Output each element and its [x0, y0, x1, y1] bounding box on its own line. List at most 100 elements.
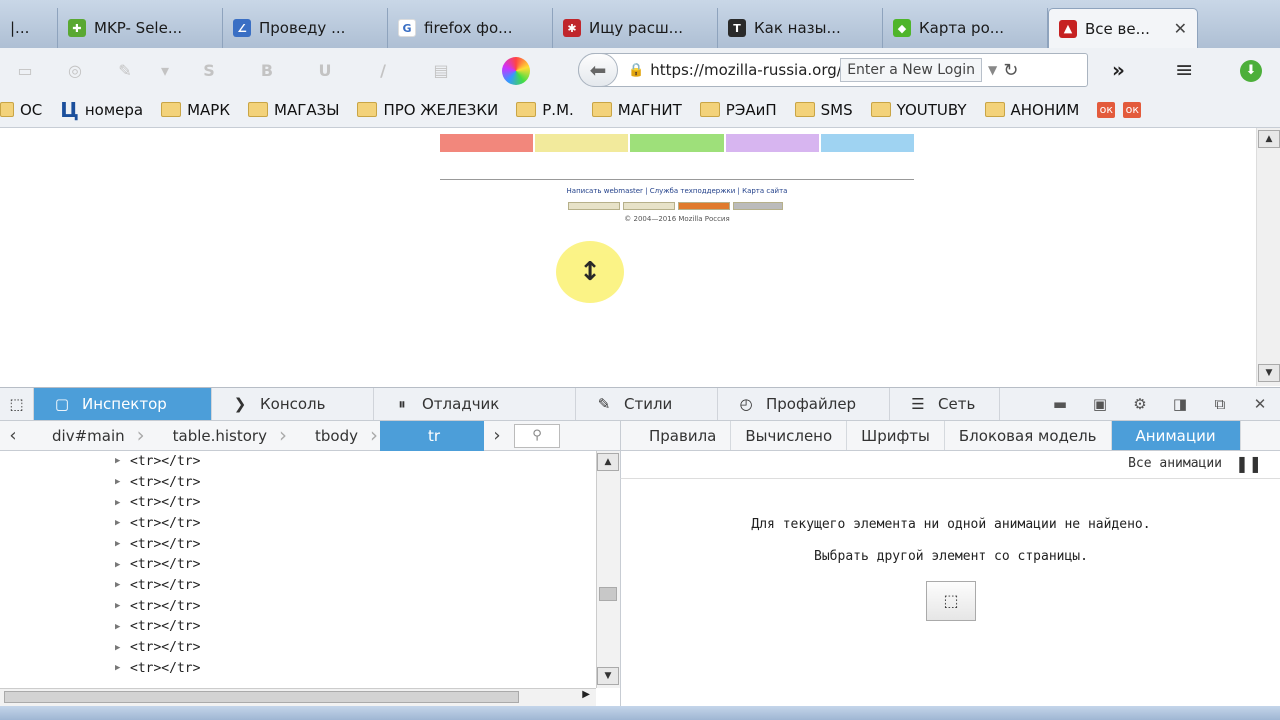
badge[interactable]: [678, 202, 730, 210]
bookmark-extra-icon[interactable]: ок: [1123, 101, 1142, 118]
browser-tab[interactable]: ∠ Проведу ...: [223, 8, 388, 48]
expand-triangle-icon[interactable]: ▶: [115, 663, 130, 673]
settings-gear-icon[interactable]: ⚙: [1120, 395, 1160, 413]
close-devtools-icon[interactable]: ✕: [1240, 395, 1280, 413]
chevron-right-icon[interactable]: ›: [484, 425, 510, 446]
badge[interactable]: [623, 202, 675, 210]
bookmark-item[interactable]: МАГНИТ: [584, 101, 692, 119]
toolbar-addon-icon[interactable]: ▤: [412, 61, 470, 80]
markup-node[interactable]: ▶ <tr></tr>: [0, 492, 596, 513]
expand-triangle-icon[interactable]: ▶: [115, 601, 130, 611]
devtools-tab[interactable]: ☰ Сеть: [890, 388, 1000, 420]
dock-side-icon[interactable]: ◨: [1160, 395, 1200, 413]
devtools-tab[interactable]: ⏸ Отладчик: [374, 388, 576, 420]
badge[interactable]: [568, 202, 620, 210]
breadcrumb-item[interactable]: div#main: [26, 420, 147, 451]
pick-element-button[interactable]: ⬚: [0, 388, 34, 420]
markup-horizontal-scrollbar[interactable]: ▶: [0, 688, 596, 706]
pick-element-button[interactable]: ⬚: [926, 581, 976, 621]
bookmark-item[interactable]: SMS: [787, 101, 863, 119]
expand-triangle-icon[interactable]: ▶: [115, 580, 130, 590]
bookmark-item[interactable]: ПРО ЖЕЛЕЗКИ: [349, 101, 508, 119]
badge[interactable]: [733, 202, 783, 210]
site-nav-tab[interactable]: [535, 134, 629, 152]
site-nav-tab[interactable]: [725, 134, 819, 152]
responsive-mode-icon[interactable]: ▣: [1080, 395, 1120, 413]
expand-triangle-icon[interactable]: ▶: [115, 498, 130, 508]
sidebar-tab[interactable]: Вычислено: [731, 421, 848, 450]
reload-icon[interactable]: ↻: [1003, 60, 1018, 81]
expand-triangle-icon[interactable]: ▶: [115, 477, 130, 487]
sidebar-tab[interactable]: Блоковая модель: [945, 421, 1112, 450]
markup-node[interactable]: ▶ <tr></tr>: [0, 658, 596, 679]
chevron-left-icon[interactable]: ‹: [0, 425, 26, 446]
breadcrumb-item[interactable]: tbody: [289, 420, 380, 451]
toolbar-addon-icon[interactable]: ◎: [50, 61, 100, 80]
url-dropdown-icon[interactable]: ▼: [988, 63, 997, 77]
devtools-tab[interactable]: ▢ Инспектор: [34, 388, 212, 420]
bookmark-item[interactable]: Р.М.: [508, 101, 584, 119]
sidebar-tab[interactable]: Анимации: [1111, 421, 1241, 450]
scroll-down-icon[interactable]: ▼: [597, 667, 619, 685]
page-scrollbar[interactable]: ▲ ▼: [1256, 128, 1280, 386]
toolbar-addon-icon[interactable]: U: [296, 61, 354, 80]
markup-node[interactable]: ▶ <tr></tr>: [0, 554, 596, 575]
breadcrumb-item[interactable]: tr: [379, 420, 484, 451]
expand-triangle-icon[interactable]: ▶: [115, 643, 130, 653]
toolbar-addon-icon[interactable]: S: [180, 61, 238, 80]
scroll-up-icon[interactable]: ▲: [597, 453, 619, 471]
markup-node[interactable]: ▶ <tr></tr>: [0, 513, 596, 534]
toolbar-addon-icon[interactable]: ▾: [150, 61, 180, 80]
scroll-up-icon[interactable]: ▲: [1258, 130, 1280, 148]
toolbar-addon-icon[interactable]: ▭: [0, 61, 50, 80]
breadcrumb-item[interactable]: table.history: [147, 420, 289, 451]
bookmark-item[interactable]: YOUTUBY: [863, 101, 977, 119]
enter-new-login-button[interactable]: Enter a New Login: [840, 58, 982, 82]
browser-tab[interactable]: T Как назы...: [718, 8, 883, 48]
toolbar-addon-icon[interactable]: ✎: [100, 61, 150, 80]
toolbar-addon-icon[interactable]: B: [238, 61, 296, 80]
browser-tab[interactable]: ◆ Карта ро...: [883, 8, 1048, 48]
scroll-right-icon[interactable]: ▶: [582, 689, 590, 700]
browser-tab[interactable]: Gfirefox фо...: [388, 8, 553, 48]
expand-triangle-icon[interactable]: ▶: [115, 518, 130, 528]
sidebar-tab[interactable]: Правила: [621, 421, 732, 450]
url-input[interactable]: [650, 61, 841, 79]
markup-node[interactable]: ▶ <tr></tr>: [0, 617, 596, 638]
menu-icon[interactable]: ≡: [1175, 58, 1201, 83]
expand-triangle-icon[interactable]: ▶: [115, 622, 130, 632]
search-icon[interactable]: ⚲: [513, 423, 560, 448]
bookmark-item[interactable]: Цномера: [52, 98, 153, 122]
browser-tab[interactable]: |...: [0, 8, 58, 48]
scroll-down-icon[interactable]: ▼: [1258, 364, 1280, 382]
site-nav-tab[interactable]: [820, 134, 915, 152]
expand-triangle-icon[interactable]: ▶: [115, 539, 130, 549]
bookmark-extra-icon[interactable]: ок: [1097, 101, 1116, 118]
markup-scrollbar[interactable]: ▲ ▼: [596, 451, 620, 688]
scrollbar-thumb[interactable]: [599, 587, 617, 601]
markup-node[interactable]: ▶ <tr></tr>: [0, 596, 596, 617]
browser-tab[interactable]: ▲ Все ве... ✕: [1048, 8, 1198, 48]
more-tools-icon[interactable]: »: [1112, 58, 1125, 82]
bookmark-item[interactable]: РЭАиП: [692, 101, 787, 119]
pause-icon[interactable]: ❚❚: [1235, 454, 1262, 473]
bookmark-item[interactable]: АНОНИМ: [977, 101, 1090, 119]
undock-window-icon[interactable]: ⧉: [1200, 395, 1240, 413]
browser-tab[interactable]: ✱ Ищу расш...: [553, 8, 718, 48]
markup-node[interactable]: ▶ <tr></tr>: [0, 637, 596, 658]
markup-node[interactable]: ▶ <tr></tr>: [0, 575, 596, 596]
bookmark-item[interactable]: ОС: [0, 101, 52, 119]
color-picker-icon[interactable]: [502, 57, 530, 85]
sidebar-tab[interactable]: Шрифты: [847, 421, 945, 450]
close-tab-icon[interactable]: ✕: [1174, 19, 1187, 38]
markup-node[interactable]: ▶ <tr></tr>: [0, 451, 596, 472]
expand-triangle-icon[interactable]: ▶: [115, 456, 130, 466]
devtools-tab[interactable]: ◴ Профайлер: [718, 388, 890, 420]
markup-node[interactable]: ▶ <tr></tr>: [0, 472, 596, 493]
scrollbar-thumb[interactable]: [4, 691, 519, 703]
site-nav-tab[interactable]: [630, 134, 724, 152]
split-console-icon[interactable]: ▬: [1040, 395, 1080, 413]
toolbar-addon-icon[interactable]: /: [354, 61, 412, 80]
all-animations-label[interactable]: Все анимации: [1128, 456, 1222, 471]
devtools-tab[interactable]: ❯ Консоль: [212, 388, 374, 420]
